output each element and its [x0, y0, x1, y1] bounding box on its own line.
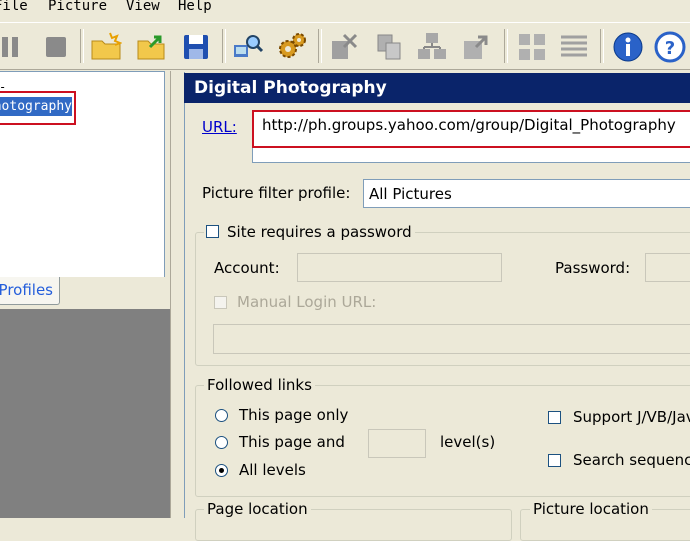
- menu-file[interactable]: File: [0, 0, 28, 14]
- radio-page-and[interactable]: [215, 436, 228, 449]
- highlight-box: [0, 91, 76, 125]
- radio-page-only-label[interactable]: This page only: [239, 406, 348, 424]
- search-sequence-label[interactable]: Search sequence: [573, 451, 690, 469]
- tab-profiles[interactable]: Profiles: [0, 277, 60, 305]
- manual-login-label: Manual Login URL:: [237, 293, 377, 311]
- filter-select[interactable]: All Pictures: [363, 179, 690, 208]
- info-icon[interactable]: [612, 31, 644, 63]
- manual-login-input[interactable]: [213, 324, 690, 354]
- radio-page-only[interactable]: [215, 409, 228, 422]
- followed-links-title: Followed links: [204, 376, 315, 394]
- pause-icon[interactable]: [0, 31, 26, 63]
- password-checkbox-label[interactable]: Site requires a password: [227, 223, 412, 241]
- copy-pages-icon[interactable]: [374, 31, 406, 63]
- url-input-extension: [252, 148, 690, 163]
- new-folder-icon[interactable]: [90, 31, 122, 63]
- thumbnails-view-icon[interactable]: [516, 31, 548, 63]
- help-icon[interactable]: ?: [654, 31, 686, 63]
- manual-login-checkbox[interactable]: [214, 296, 227, 309]
- support-script-checkbox[interactable]: [548, 411, 561, 424]
- export-icon[interactable]: [460, 31, 492, 63]
- details-view-icon[interactable]: [558, 31, 590, 63]
- levels-input[interactable]: [368, 429, 426, 458]
- picture-location-label: Picture location: [530, 500, 652, 518]
- url-input[interactable]: http://ph.groups.yahoo.com/group/Digital…: [252, 110, 690, 148]
- support-script-label[interactable]: Support J/VB/JavaScript: [573, 408, 690, 426]
- menu-bar: File Picture View Help: [0, 0, 690, 19]
- password-group-header: Site requires a password: [204, 223, 415, 241]
- account-input[interactable]: [297, 253, 502, 282]
- toolbar-separator: [600, 29, 604, 63]
- panel-title: Digital Photography: [184, 73, 690, 103]
- splitter[interactable]: [170, 71, 185, 518]
- password-checkbox[interactable]: [206, 225, 219, 238]
- menu-picture[interactable]: Picture: [48, 0, 107, 14]
- svg-text:?: ?: [665, 38, 675, 59]
- menu-help[interactable]: Help: [178, 0, 212, 14]
- search-sequence-checkbox[interactable]: [548, 454, 561, 467]
- toolbar-separator: [80, 29, 84, 63]
- radio-page-and-label[interactable]: This page and: [239, 433, 345, 451]
- account-label: Account:: [214, 259, 280, 277]
- levels-suffix: level(s): [440, 433, 496, 451]
- toolbar-separator: [504, 29, 508, 63]
- save-icon[interactable]: [180, 31, 212, 63]
- radio-all-levels[interactable]: [215, 464, 228, 477]
- radio-all-levels-label[interactable]: All levels: [239, 461, 306, 479]
- tab-strip: Profiles: [0, 277, 170, 307]
- filter-label: Picture filter profile:: [202, 184, 351, 202]
- network-computers-icon[interactable]: [416, 31, 448, 63]
- delete-icon[interactable]: [328, 31, 360, 63]
- open-folder-icon[interactable]: [136, 31, 168, 63]
- password-input[interactable]: [645, 253, 690, 282]
- toolbar-separator: [222, 29, 226, 63]
- search-network-icon[interactable]: [232, 31, 264, 63]
- gears-icon[interactable]: [276, 31, 308, 63]
- menu-view[interactable]: View: [126, 0, 160, 14]
- page-location-label: Page location: [204, 500, 311, 518]
- password-label: Password:: [555, 259, 631, 277]
- empty-pane: [0, 309, 170, 518]
- stop-icon[interactable]: [40, 31, 72, 63]
- toolbar-separator: [318, 29, 322, 63]
- toolbar: ?: [0, 22, 690, 70]
- url-link[interactable]: URL:: [202, 118, 237, 136]
